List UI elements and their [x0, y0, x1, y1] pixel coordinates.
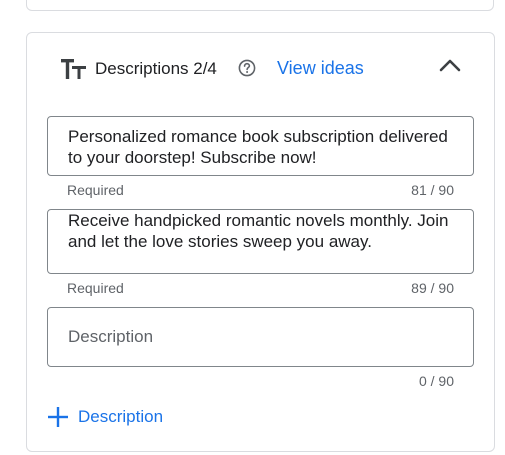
add-description-label: Description: [78, 407, 164, 426]
description-field-1[interactable]: Personalized romance book subscription d…: [47, 116, 474, 176]
description-text-1: Personalized romance book subscription d…: [68, 127, 448, 167]
required-label: Required: [67, 280, 124, 296]
required-label: Required: [67, 182, 124, 198]
view-ideas-link[interactable]: View ideas: [277, 58, 364, 79]
text-format-icon: [61, 59, 86, 79]
character-counter: 81 / 90: [411, 182, 454, 198]
plus-icon: [48, 407, 68, 427]
description-text-2: Receive handpicked romantic novels month…: [68, 211, 449, 251]
help-icon[interactable]: [238, 59, 256, 77]
character-counter: 0 / 90: [418, 373, 454, 389]
description-meta-2: Required 89 / 90: [67, 280, 454, 298]
description-field-3[interactable]: Description: [47, 307, 474, 367]
character-counter: 89 / 90: [411, 280, 454, 296]
page: Descriptions 2/4 View ideas Personalized…: [0, 0, 505, 455]
description-placeholder: Description: [68, 327, 154, 346]
descriptions-card: Descriptions 2/4 View ideas Personalized…: [26, 32, 495, 452]
description-meta-1: Required 81 / 90: [67, 182, 454, 200]
description-meta-3: 0 / 90: [67, 373, 454, 391]
descriptions-header: Descriptions 2/4 View ideas: [27, 33, 494, 105]
section-title: Descriptions 2/4: [95, 59, 217, 78]
chevron-up-icon[interactable]: [437, 55, 463, 77]
previous-section-card: [26, 0, 494, 11]
description-field-2[interactable]: Receive handpicked romantic novels month…: [47, 209, 474, 274]
